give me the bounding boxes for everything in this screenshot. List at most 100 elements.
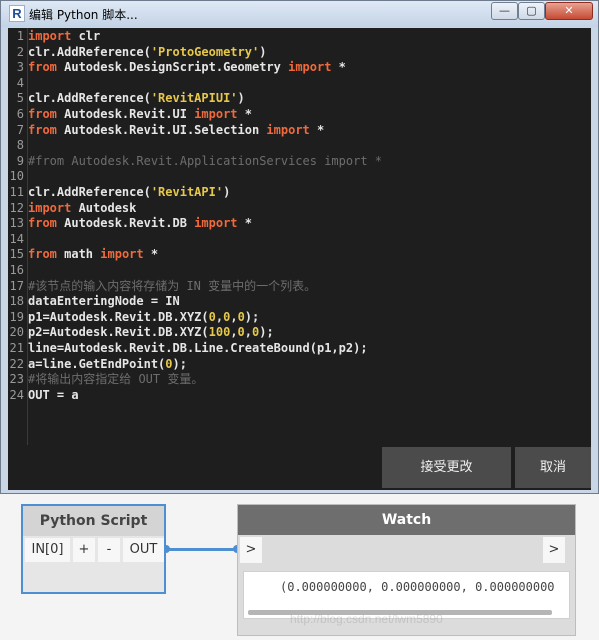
line-number: 1 bbox=[16, 29, 24, 43]
code-token: Autodesk.Revit.UI bbox=[56, 107, 195, 121]
code-token: 100 bbox=[208, 325, 231, 340]
code-token: * bbox=[237, 107, 252, 121]
code-line[interactable]: from Autodesk.Revit.UI.Selection import … bbox=[28, 123, 324, 139]
close-button[interactable]: ✕ bbox=[545, 2, 593, 20]
code-line[interactable]: from Autodesk.Revit.UI import * bbox=[28, 107, 252, 123]
code-token: , bbox=[215, 309, 224, 324]
code-token: 0 bbox=[165, 356, 173, 371]
code-line[interactable]: import Autodesk bbox=[28, 201, 136, 217]
code-token: from bbox=[28, 122, 57, 137]
line-number: 3 bbox=[16, 60, 24, 75]
code-editor[interactable]: 1 2 3 4 5 6 7 8 9 10 11 12 13 14 15 16 17 18 19 20 21 22 23 24 … bbox=[8, 28, 591, 445]
line-number: 15 bbox=[9, 247, 24, 262]
code-token: p2=Autodesk.Revit.DB.XYZ( bbox=[28, 325, 209, 340]
code-token: * bbox=[309, 122, 325, 137]
watch-value-text: (0.000000000, 0.000000000, 0.000000000 bbox=[280, 580, 555, 594]
line-number: 12 bbox=[9, 200, 24, 215]
code-line[interactable]: line=Autodesk.Revit.DB.Line.CreateBound(… bbox=[28, 341, 368, 357]
input-port-in0[interactable]: IN[0] bbox=[25, 538, 70, 562]
code-line[interactable]: from Autodesk.Revit.DB import * bbox=[28, 216, 252, 232]
code-token: #将输出内容指定给 OUT 变量。 bbox=[28, 372, 204, 387]
code-token: ); bbox=[259, 325, 274, 340]
code-token: a=line.GetEndPoint( bbox=[28, 356, 166, 371]
remove-input-button[interactable]: - bbox=[98, 538, 120, 562]
code-token: math bbox=[56, 247, 101, 262]
code-token: dataEnteringNode = IN bbox=[28, 294, 180, 309]
line-number: 24 bbox=[9, 387, 24, 402]
code-token: from bbox=[28, 247, 57, 262]
title-bar[interactable]: R 编辑 Python 脚本... — ▢ ✕ bbox=[1, 1, 598, 27]
code-line[interactable]: p2=Autodesk.Revit.DB.XYZ(100,0,0); bbox=[28, 325, 274, 341]
maximize-button[interactable]: ▢ bbox=[518, 2, 545, 20]
connector-wire[interactable] bbox=[166, 548, 238, 551]
watch-input-port[interactable]: > bbox=[240, 537, 262, 563]
code-token: import bbox=[28, 29, 72, 43]
line-number: 10 bbox=[9, 169, 24, 184]
code-line[interactable]: #将输出内容指定给 OUT 变量。 bbox=[28, 372, 203, 388]
line-number: 11 bbox=[9, 185, 24, 199]
code-token: , bbox=[230, 309, 238, 324]
code-token: ); bbox=[172, 356, 187, 371]
code-token: import bbox=[266, 122, 310, 137]
code-token: #from Autodesk.Revit.ApplicationServices… bbox=[28, 153, 383, 168]
code-line[interactable]: #from Autodesk.Revit.ApplicationServices… bbox=[28, 154, 382, 170]
code-token: clr.AddReference( bbox=[28, 44, 151, 59]
accept-changes-button[interactable]: 接受更改 bbox=[382, 447, 511, 488]
code-token: 0 bbox=[237, 325, 245, 340]
code-line[interactable]: a=line.GetEndPoint(0); bbox=[28, 357, 187, 373]
code-token: * bbox=[331, 60, 346, 75]
minimize-button[interactable]: — bbox=[491, 2, 518, 20]
code-token: clr.AddReference( bbox=[28, 91, 151, 106]
code-token: import bbox=[100, 247, 144, 262]
code-token: OUT = a bbox=[28, 387, 79, 402]
line-number: 13 bbox=[9, 216, 24, 231]
code-token: import bbox=[194, 216, 238, 231]
code-line[interactable]: clr.AddReference('RevitAPI') bbox=[28, 185, 230, 201]
code-line[interactable]: from Autodesk.DesignScript.Geometry impo… bbox=[28, 60, 346, 76]
line-number: 20 bbox=[9, 325, 24, 340]
code-line[interactable]: clr.AddReference('RevitAPIUI') bbox=[28, 91, 245, 107]
line-number: 5 bbox=[16, 91, 24, 106]
line-number: 7 bbox=[16, 122, 24, 137]
node-title: Python Script bbox=[23, 506, 164, 536]
code-line[interactable]: p1=Autodesk.Revit.DB.XYZ(0,0,0); bbox=[28, 310, 259, 326]
line-number: 22 bbox=[9, 356, 24, 371]
python-editor-window: R 编辑 Python 脚本... — ▢ ✕ 1 2 3 4 5 6 7 8 9 10 11 12 1… bbox=[0, 0, 599, 494]
node-title: Watch bbox=[238, 505, 575, 535]
code-token: Autodesk.Revit.DB bbox=[56, 216, 195, 231]
code-line[interactable]: clr.AddReference('ProtoGeometry') bbox=[28, 45, 266, 61]
code-token: from bbox=[28, 216, 57, 231]
line-number: 8 bbox=[16, 138, 24, 153]
code-line[interactable]: import clr bbox=[28, 29, 100, 45]
python-script-node[interactable]: Python Script IN[0] + - OUT bbox=[21, 504, 166, 594]
line-number: 2 bbox=[16, 44, 24, 59]
line-number-gutter: 1 2 3 4 5 6 7 8 9 10 11 12 13 14 15 16 17 18 19 20 21 22 23 24 bbox=[8, 28, 28, 445]
code-token: 'ProtoGeometry' bbox=[150, 44, 260, 59]
code-token: , bbox=[230, 325, 238, 340]
code-line[interactable]: from math import * bbox=[28, 247, 158, 263]
code-line[interactable]: dataEnteringNode = IN bbox=[28, 294, 180, 310]
code-token: import bbox=[28, 200, 72, 215]
code-token: 'RevitAPI' bbox=[150, 185, 224, 199]
revit-r-icon: R bbox=[9, 5, 25, 22]
code-token: Autodesk.Revit.UI.Selection bbox=[56, 122, 267, 137]
code-token: clr.AddReference( bbox=[28, 185, 151, 199]
code-token: p1=Autodesk.Revit.DB.XYZ( bbox=[28, 309, 209, 324]
code-token: from bbox=[28, 107, 57, 121]
line-number: 14 bbox=[9, 231, 24, 246]
code-token: import bbox=[288, 60, 332, 75]
code-token: ) bbox=[223, 185, 231, 199]
output-port-out[interactable]: OUT bbox=[123, 538, 164, 562]
code-token: Autodesk.DesignScript.Geometry bbox=[56, 60, 289, 75]
code-token: Autodesk bbox=[71, 200, 137, 215]
code-token: clr bbox=[71, 29, 101, 43]
code-token: line=Autodesk.Revit.DB.Line.CreateBound(… bbox=[28, 341, 368, 355]
code-line[interactable]: #该节点的输入内容将存储为 IN 变量中的一个列表。 bbox=[28, 279, 316, 295]
cancel-button[interactable]: 取消 bbox=[515, 447, 591, 488]
code-token: * bbox=[143, 247, 159, 262]
line-number: 9 bbox=[16, 153, 24, 168]
add-input-button[interactable]: + bbox=[73, 538, 95, 562]
code-line[interactable]: OUT = a bbox=[28, 388, 79, 404]
watermark: http://blog.csdn.net/lwm5890 bbox=[290, 612, 443, 626]
watch-output-port[interactable]: > bbox=[543, 537, 565, 563]
